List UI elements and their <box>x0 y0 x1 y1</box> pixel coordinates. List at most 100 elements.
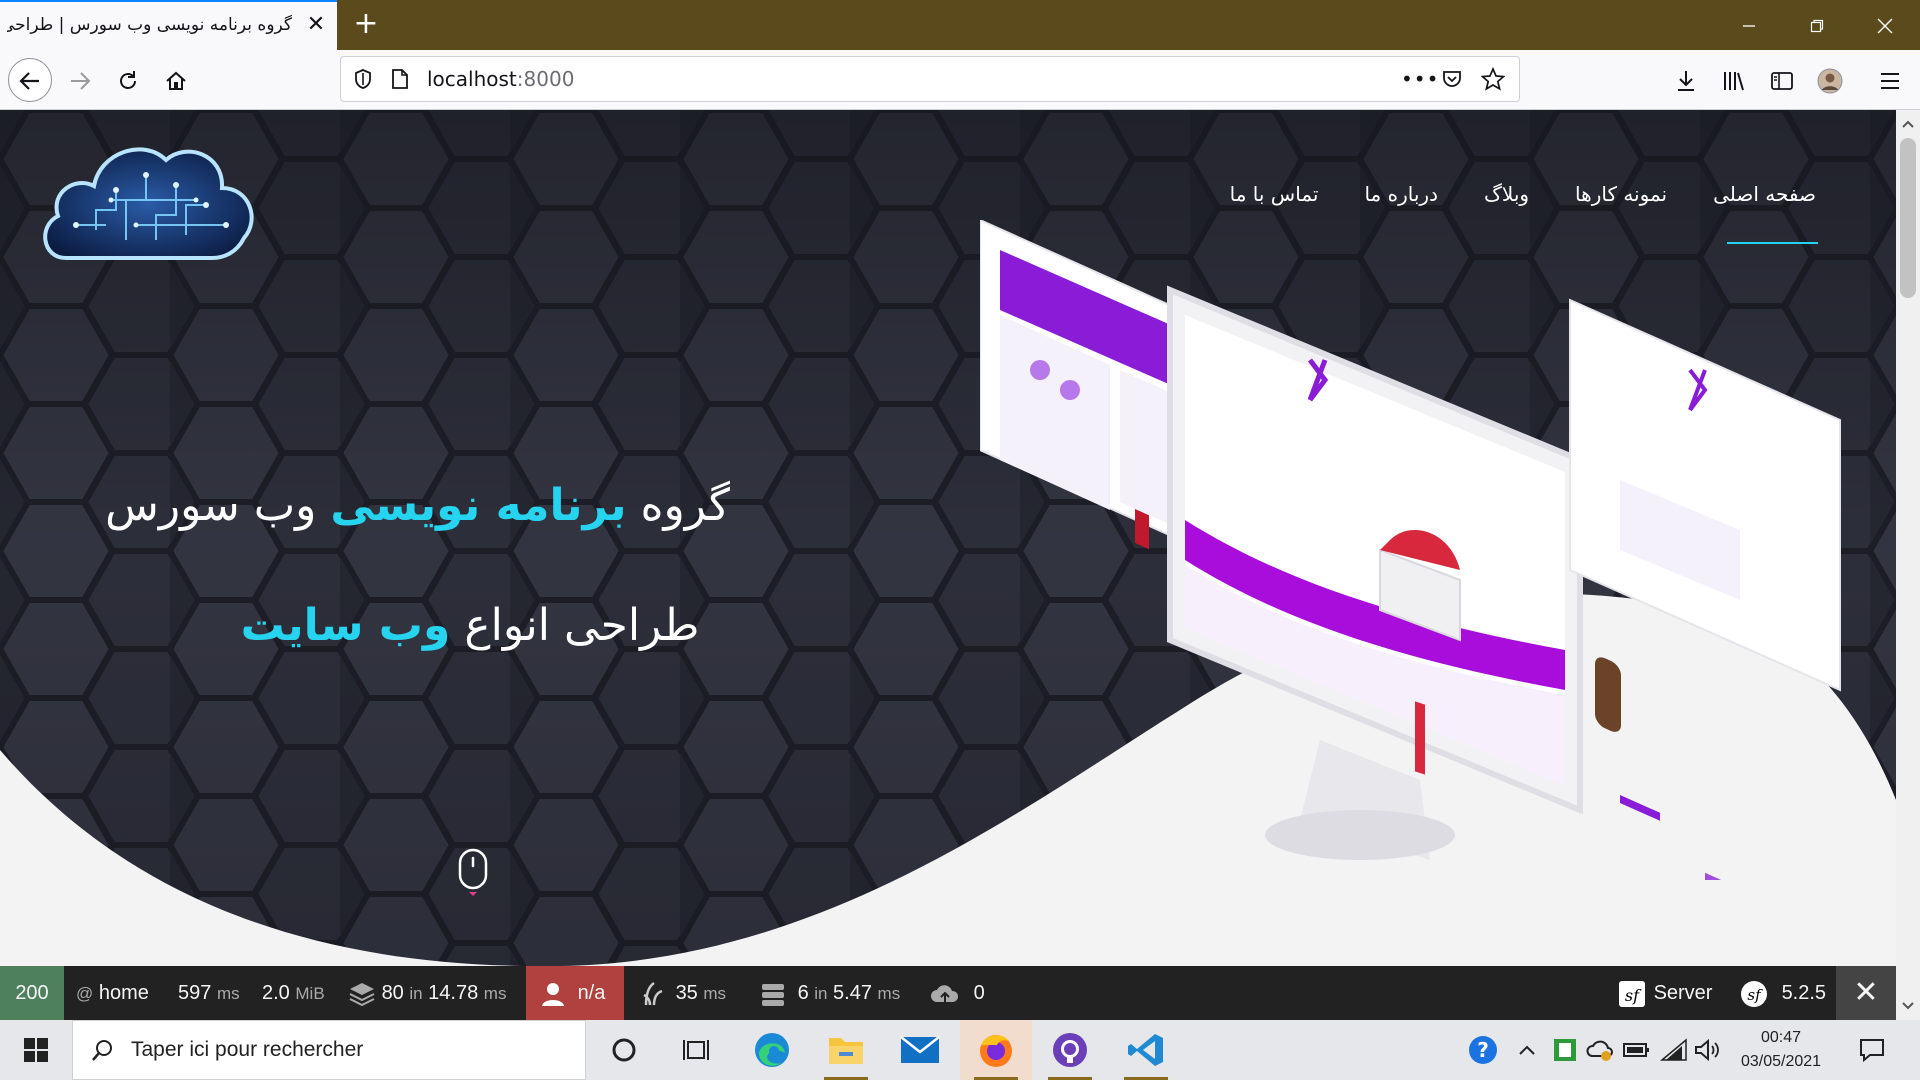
window-close-icon[interactable] <box>1856 0 1914 50</box>
scroll-thumb[interactable] <box>1900 138 1916 298</box>
headline-1-suffix: وب سورس <box>105 480 331 531</box>
page-actions-icon[interactable]: ••• <box>1401 57 1439 101</box>
search-icon <box>92 1040 112 1061</box>
route-at: @ <box>76 984 94 1003</box>
help-icon[interactable]: ? <box>1468 1035 1498 1065</box>
nav-home[interactable]: صفحه اصلی <box>1713 182 1818 244</box>
shield-icon[interactable] <box>353 57 373 101</box>
response-status[interactable]: 200 <box>0 966 64 1020</box>
clock-time: 00:47 <box>1760 1029 1802 1046</box>
restore-icon[interactable] <box>1788 0 1846 50</box>
hero-headline-1: گروه برنامه نویسی وب سورس <box>105 480 730 531</box>
forward-button[interactable] <box>60 60 100 100</box>
route-name: home <box>98 982 149 1004</box>
site-logo[interactable] <box>36 130 261 270</box>
request-time[interactable]: 597 ms <box>178 966 240 1020</box>
system-clock[interactable]: 00:47 03/05/2021 <box>1726 1026 1836 1074</box>
taskbar-github-desktop[interactable] <box>1034 1020 1106 1080</box>
events-time: 14.78 <box>428 982 479 1004</box>
events-panel[interactable]: 80 in 14.78 ms <box>348 966 506 1020</box>
folder-icon <box>829 1038 863 1064</box>
symfony-logo-icon: sf <box>1619 980 1645 1007</box>
taskbar-file-explorer[interactable] <box>810 1020 882 1080</box>
menu-icon[interactable] <box>1870 60 1910 100</box>
volume-icon[interactable] <box>1694 1038 1722 1062</box>
symfony-circle-icon: sf <box>1741 980 1767 1007</box>
windows-logo-icon <box>24 1038 48 1062</box>
minimize-icon[interactable] <box>1720 0 1778 50</box>
taskbar-vscode[interactable] <box>1110 1020 1182 1080</box>
cortana-button[interactable] <box>588 1020 660 1080</box>
reload-button[interactable] <box>108 60 148 100</box>
browser-toolbar: localhost:8000 ••• <box>0 50 1920 110</box>
new-tab-button[interactable]: + <box>348 6 384 42</box>
queries-count: 6 <box>797 982 809 1004</box>
nav-contact[interactable]: تماس با ما <box>1230 182 1319 206</box>
firefox-icon <box>980 1035 1012 1067</box>
url-text[interactable]: localhost:8000 <box>427 57 574 101</box>
nav-blog[interactable]: وبلاگ <box>1484 182 1529 206</box>
task-view-button[interactable] <box>660 1020 732 1080</box>
svg-text:?: ? <box>1477 1038 1489 1062</box>
notifications-icon[interactable] <box>1858 1036 1886 1064</box>
windows-taskbar: Taper ici pour rechercher ? 00:47 03/05/… <box>0 1020 1920 1080</box>
memory-unit: MiB <box>295 984 325 1003</box>
server-info[interactable]: sf Server <box>1618 966 1712 1020</box>
sidebar-icon[interactable] <box>1762 60 1802 100</box>
close-profiler-icon[interactable]: ✕ <box>1836 966 1896 1020</box>
main-nav: صفحه اصلی نمونه کارها وبلاگ درباره ما تم… <box>1230 182 1818 244</box>
mail-icon <box>900 1036 940 1063</box>
show-hidden-icons-icon[interactable] <box>1516 1040 1538 1060</box>
page-scrollbar[interactable] <box>1896 110 1920 1020</box>
symfony-version[interactable]: sf 5.2.5 <box>1740 966 1826 1020</box>
cortana-icon <box>612 1038 636 1062</box>
memory-value: 2.0 <box>262 982 290 1004</box>
taskbar-edge[interactable] <box>736 1020 808 1080</box>
memory-usage[interactable]: 2.0 MiB <box>262 966 325 1020</box>
home-button[interactable] <box>156 60 196 100</box>
database-queries[interactable]: 6 in 5.47 ms <box>760 966 900 1020</box>
queries-time: 5.47 <box>833 982 872 1004</box>
symfony-version-value: 5.2.5 <box>1781 982 1827 1004</box>
taskbar-firefox[interactable] <box>960 1020 1032 1080</box>
account-avatar[interactable] <box>1810 60 1850 100</box>
page-viewport: صفحه اصلی نمونه کارها وبلاگ درباره ما تم… <box>0 110 1896 966</box>
close-tab-icon[interactable]: ✕ <box>303 12 329 38</box>
taskbar-search[interactable]: Taper ici pour rechercher <box>72 1020 586 1080</box>
twig-icon <box>643 981 663 1005</box>
events-time-unit: ms <box>483 984 507 1003</box>
tray-app-green-icon[interactable] <box>1552 1037 1578 1063</box>
page-icon[interactable] <box>391 57 409 101</box>
bookmark-star-icon[interactable] <box>1480 57 1506 101</box>
back-button[interactable] <box>8 58 52 102</box>
address-bar[interactable]: localhost:8000 ••• <box>340 56 1520 102</box>
headline-2-highlight: وب سایت <box>240 600 451 651</box>
device-mockups-illustration <box>980 220 1841 880</box>
clock-date: 03/05/2021 <box>1740 1053 1822 1070</box>
pocket-icon[interactable] <box>1441 57 1463 101</box>
url-host: localhost <box>427 67 517 91</box>
browser-tab[interactable]: گروه برنامه نویسی وب سورس | طراحی ✕ <box>0 0 337 50</box>
hero-headline-2: طراحی انواع وب سایت <box>210 600 730 651</box>
nav-portfolio[interactable]: نمونه کارها <box>1575 182 1667 206</box>
security-user[interactable]: n/a <box>526 966 624 1020</box>
uploads-count: 0 <box>973 982 985 1004</box>
browser-tab-bar: گروه برنامه نویسی وب سورس | طراحی ✕ + <box>0 0 1920 50</box>
route-info[interactable]: @ home <box>76 966 149 1020</box>
start-button[interactable] <box>0 1020 72 1080</box>
library-icon[interactable] <box>1714 60 1754 100</box>
wifi-icon[interactable] <box>1660 1038 1688 1062</box>
scroll-down-icon <box>1902 1002 1914 1010</box>
scroll-mouse-icon[interactable] <box>458 848 488 898</box>
scroll-up-icon <box>1902 120 1914 128</box>
downloads-icon[interactable] <box>1666 60 1706 100</box>
mockup-center-monitor <box>1167 285 1583 860</box>
taskbar-mail[interactable] <box>884 1020 956 1080</box>
uploads-panel[interactable]: 0 <box>930 966 985 1020</box>
twig-render[interactable]: 35 ms <box>642 966 726 1020</box>
onedrive-sync-icon[interactable] <box>1586 1038 1614 1062</box>
headline-1-prefix: گروه <box>626 480 730 531</box>
nav-about[interactable]: درباره ما <box>1364 182 1438 206</box>
events-count: 80 <box>381 982 404 1004</box>
battery-icon[interactable] <box>1622 1040 1650 1060</box>
